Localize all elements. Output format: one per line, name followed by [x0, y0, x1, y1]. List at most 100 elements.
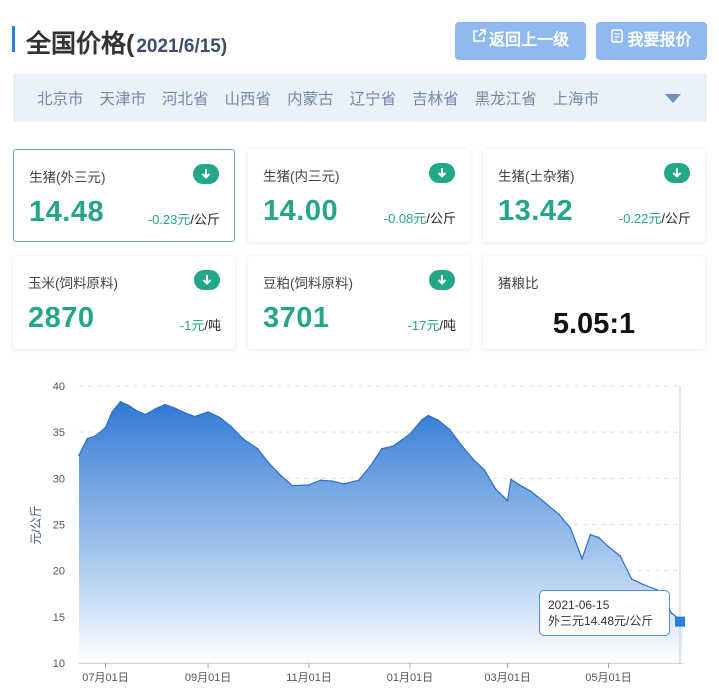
data-point — [448, 428, 451, 431]
card-price: 13.42 — [498, 195, 574, 227]
change-value: -0.22元 — [618, 211, 662, 226]
y-tick-label: 15 — [53, 612, 65, 624]
chevron-down-icon[interactable] — [665, 94, 681, 103]
data-point — [308, 484, 310, 486]
price-card-corn[interactable]: 玉米(饲料原料) 2870 -1元/吨 — [13, 256, 235, 349]
data-point — [104, 426, 107, 429]
data-point — [78, 454, 80, 457]
card-price: 2870 — [28, 302, 95, 334]
data-point — [119, 400, 122, 403]
y-tick-label: 35 — [53, 427, 65, 439]
tooltip-date: 2021-06-15 — [548, 598, 610, 612]
price-card-soymeal[interactable]: 豆粕(饲料原料) 3701 -17元/吨 — [248, 256, 470, 349]
data-point — [218, 416, 221, 419]
province-item[interactable]: 北京市 — [37, 87, 84, 109]
data-point — [164, 403, 166, 406]
data-point — [280, 474, 282, 477]
province-item[interactable]: 河北省 — [162, 87, 209, 109]
y-axis-ticks: 10 15 20 25 30 35 40 — [53, 381, 65, 670]
data-point — [207, 411, 209, 413]
y-tick-label: 10 — [53, 658, 65, 670]
y-tick-label: 25 — [53, 520, 65, 532]
data-point — [94, 435, 97, 437]
data-point — [483, 469, 486, 471]
data-point — [495, 488, 497, 491]
data-point — [510, 478, 512, 481]
card-change: -17元/吨 — [408, 315, 456, 334]
province-item[interactable]: 山西省 — [225, 87, 272, 109]
price-trend-chart[interactable]: 10152025303540 07月01日 09月01日 11月01日 01月01日 0… — [0, 370, 719, 689]
change-unit: /公斤 — [661, 211, 691, 226]
x-tick-label: 05月01日 — [585, 672, 631, 684]
data-point — [136, 410, 138, 412]
data-point — [460, 444, 463, 446]
y-tick-label: 20 — [53, 566, 65, 578]
back-button[interactable]: 返回上一级 — [455, 22, 586, 60]
down-arrow-icon — [194, 270, 220, 290]
data-point — [86, 437, 89, 440]
price-card-waisanyuan[interactable]: 生猪(外三元) 14.48 -0.23元/公斤 — [13, 149, 235, 242]
data-point — [558, 513, 560, 516]
data-point — [127, 404, 130, 407]
x-tick-label: 07月01日 — [82, 672, 128, 684]
data-point — [242, 437, 244, 440]
data-point — [420, 419, 423, 421]
province-list: 北京市 天津市 河北省 山西省 内蒙古 辽宁省 吉林省 黑龙江省 上海市 — [37, 74, 615, 122]
data-point — [607, 545, 610, 548]
page-date: 2021/6/15) — [136, 36, 228, 57]
down-arrow-icon — [429, 270, 455, 290]
card-price: 14.00 — [263, 195, 339, 227]
province-item[interactable]: 天津市 — [100, 87, 147, 109]
province-item[interactable]: 上海市 — [553, 87, 600, 109]
price-card-neisanyuan[interactable]: 生猪(内三元) 14.00 -0.08元/公斤 — [248, 149, 470, 242]
card-name: 生猪(土杂猪) — [498, 169, 575, 184]
data-point — [427, 414, 430, 417]
card-change: -0.23元/公斤 — [148, 209, 220, 228]
data-point — [111, 411, 113, 413]
x-axis-ticks: 07月01日 09月01日 11月01日 01月01日 03月01日 05月01日 — [82, 663, 632, 684]
down-arrow-icon — [193, 164, 219, 184]
x-tick-label: 09月01日 — [185, 672, 231, 684]
y-axis-label: 元/公斤 — [29, 505, 43, 544]
change-unit: /公斤 — [190, 212, 220, 227]
data-point — [642, 583, 645, 586]
x-tick-label: 03月01日 — [484, 672, 530, 684]
data-point — [530, 490, 532, 493]
province-item[interactable]: 吉林省 — [412, 87, 459, 109]
down-arrow-icon — [429, 163, 455, 183]
card-change: -1元/吨 — [180, 315, 221, 334]
page-header: 全国价格(2021/6/15) 返回上一级 我要报价 — [12, 22, 712, 62]
data-point — [184, 412, 186, 414]
quote-button[interactable]: 我要报价 — [596, 22, 707, 60]
x-tick-label: 11月01日 — [286, 672, 332, 684]
data-point — [319, 479, 322, 481]
province-item[interactable]: 内蒙古 — [287, 87, 334, 109]
quote-button-label: 我要报价 — [627, 32, 692, 49]
page-title: 全国价格(2021/6/15) — [26, 24, 227, 60]
data-point — [291, 484, 294, 487]
province-item[interactable]: 辽宁省 — [350, 87, 397, 109]
data-point — [156, 407, 158, 409]
province-bar: 北京市 天津市 河北省 山西省 内蒙古 辽宁省 吉林省 黑龙江省 上海市 — [13, 74, 707, 122]
data-point — [541, 499, 544, 502]
price-card-pig-grain-ratio: 猪粮比 5.05:1 — [483, 256, 705, 349]
data-point — [343, 483, 345, 485]
data-point — [174, 407, 176, 409]
data-point — [331, 480, 334, 482]
province-item[interactable]: 黑龙江省 — [475, 87, 537, 109]
change-unit: /公斤 — [426, 211, 456, 226]
card-name: 豆粕(饲料原料) — [263, 276, 353, 291]
data-point — [268, 462, 271, 465]
card-name: 玉米(饲料原料) — [28, 276, 118, 291]
price-card-tuzazhu[interactable]: 生猪(土杂猪) 13.42 -0.22元/公斤 — [483, 149, 705, 242]
change-value: -1元 — [179, 318, 205, 333]
ratio-value: 5.05:1 — [552, 308, 636, 340]
data-point — [357, 479, 360, 481]
data-point — [472, 458, 474, 460]
chart-tooltip: 2021-06-15 外三元14.48元/公斤 — [539, 590, 670, 636]
data-point — [630, 578, 633, 580]
data-point — [144, 413, 146, 416]
x-tick-label: 01月01日 — [387, 672, 433, 684]
data-point — [597, 536, 600, 539]
data-point — [369, 465, 372, 468]
